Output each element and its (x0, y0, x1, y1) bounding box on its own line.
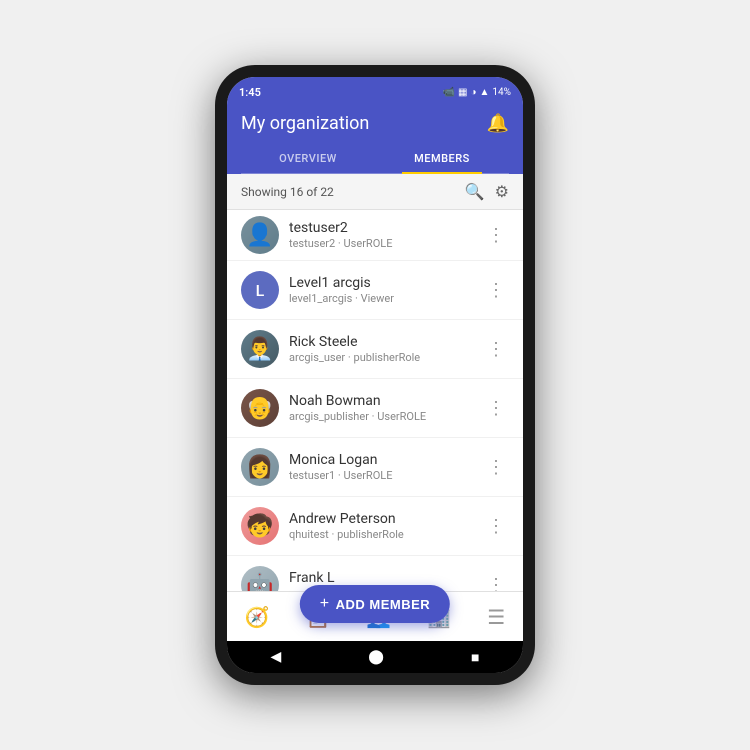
add-member-button[interactable]: + ADD MEMBER (300, 585, 450, 623)
more-options-button[interactable]: ⋮ (483, 394, 509, 423)
notification-icon[interactable]: 🔔 (487, 113, 509, 134)
nav-explore-icon[interactable]: 🧭 (237, 597, 278, 637)
page-title: My organization (241, 113, 369, 134)
phone-device: 1:45 📹 ▦ ◑ ▲ 14% My organization 🔔 OVERV… (215, 65, 535, 685)
home-button[interactable]: ⬤ (368, 649, 384, 665)
nav-menu-icon[interactable]: ☰ (479, 597, 513, 637)
status-icons: 📹 ▦ ◑ ▲ 14% (443, 87, 511, 98)
status-time: 1:45 (239, 86, 261, 99)
fab-area: + ADD MEMBER (300, 585, 450, 623)
member-info: Monica Logan testuser1 · UserROLE (289, 452, 473, 482)
phone-screen: 1:45 📹 ▦ ◑ ▲ 14% My organization 🔔 OVERV… (227, 77, 523, 673)
signal-icon: ▦ (458, 87, 467, 98)
tab-overview[interactable]: OVERVIEW (241, 144, 375, 173)
member-name: testuser2 (289, 220, 473, 236)
avatar: 👤 (241, 216, 279, 254)
more-options-button[interactable]: ⋮ (483, 276, 509, 305)
list-item: 🧒 Andrew Peterson qhuitest · publisherRo… (227, 497, 523, 556)
avatar: L (241, 271, 279, 309)
list-item: 👨‍💼 Rick Steele arcgis_user · publisherR… (227, 320, 523, 379)
tab-bar: OVERVIEW MEMBERS (241, 144, 509, 174)
member-info: testuser2 testuser2 · UserROLE (289, 220, 473, 250)
more-options-button[interactable]: ⋮ (483, 221, 509, 250)
member-name: Frank L (289, 570, 473, 586)
avatar: 👨‍💼 (241, 330, 279, 368)
battery-text: 14% (492, 87, 511, 98)
member-info: Noah Bowman arcgis_publisher · UserROLE (289, 393, 473, 423)
member-role: testuser1 · UserROLE (289, 469, 473, 482)
status-bar: 1:45 📹 ▦ ◑ ▲ 14% (227, 77, 523, 105)
filter-bar: Showing 16 of 22 🔍 ⚙ (227, 174, 523, 210)
filter-settings-icon[interactable]: ⚙ (495, 182, 509, 201)
plus-icon: + (320, 595, 330, 613)
app-header: My organization 🔔 OVERVIEW MEMBERS (227, 105, 523, 174)
member-name: Noah Bowman (289, 393, 473, 409)
member-role: qhuitest · publisherRole (289, 528, 473, 541)
avatar: 🧒 (241, 507, 279, 545)
content-area: Showing 16 of 22 🔍 ⚙ 👤 testuser2 testuse… (227, 174, 523, 591)
back-button[interactable]: ◀ (271, 649, 282, 665)
recents-button[interactable]: ■ (471, 649, 479, 666)
system-nav: ◀ ⬤ ■ (227, 641, 523, 673)
tab-members[interactable]: MEMBERS (375, 144, 509, 173)
member-role: level1_arcgis · Viewer (289, 292, 473, 305)
member-role: arcgis_user · publisherRole (289, 351, 473, 364)
more-options-button[interactable]: ⋮ (483, 335, 509, 364)
member-name: Monica Logan (289, 452, 473, 468)
brightness-icon: ◑ (470, 87, 476, 98)
member-info: Level1 arcgis level1_arcgis · Viewer (289, 275, 473, 305)
member-list: 👤 testuser2 testuser2 · UserROLE ⋮ L (227, 210, 523, 591)
wifi-icon: ▲ (480, 87, 490, 98)
filter-icons: 🔍 ⚙ (465, 182, 509, 201)
member-info: Rick Steele arcgis_user · publisherRole (289, 334, 473, 364)
list-item: 👩 Monica Logan testuser1 · UserROLE ⋮ (227, 438, 523, 497)
list-item: 👤 testuser2 testuser2 · UserROLE ⋮ (227, 210, 523, 261)
app-header-top: My organization 🔔 (241, 113, 509, 134)
more-options-button[interactable]: ⋮ (483, 571, 509, 592)
search-icon[interactable]: 🔍 (465, 182, 485, 201)
member-name: Level1 arcgis (289, 275, 473, 291)
member-role: testuser2 · UserROLE (289, 237, 473, 250)
member-role: arcgis_publisher · UserROLE (289, 410, 473, 423)
more-options-button[interactable]: ⋮ (483, 453, 509, 482)
more-options-button[interactable]: ⋮ (483, 512, 509, 541)
video-icon: 📹 (443, 87, 455, 98)
member-count: Showing 16 of 22 (241, 185, 334, 199)
member-name: Rick Steele (289, 334, 473, 350)
member-info: Andrew Peterson qhuitest · publisherRole (289, 511, 473, 541)
avatar: 👩 (241, 448, 279, 486)
list-item: 👴 Noah Bowman arcgis_publisher · UserROL… (227, 379, 523, 438)
list-item: L Level1 arcgis level1_arcgis · Viewer ⋮ (227, 261, 523, 320)
avatar: 👴 (241, 389, 279, 427)
avatar: 🤖 (241, 566, 279, 591)
add-member-label: ADD MEMBER (336, 597, 431, 612)
member-name: Andrew Peterson (289, 511, 473, 527)
